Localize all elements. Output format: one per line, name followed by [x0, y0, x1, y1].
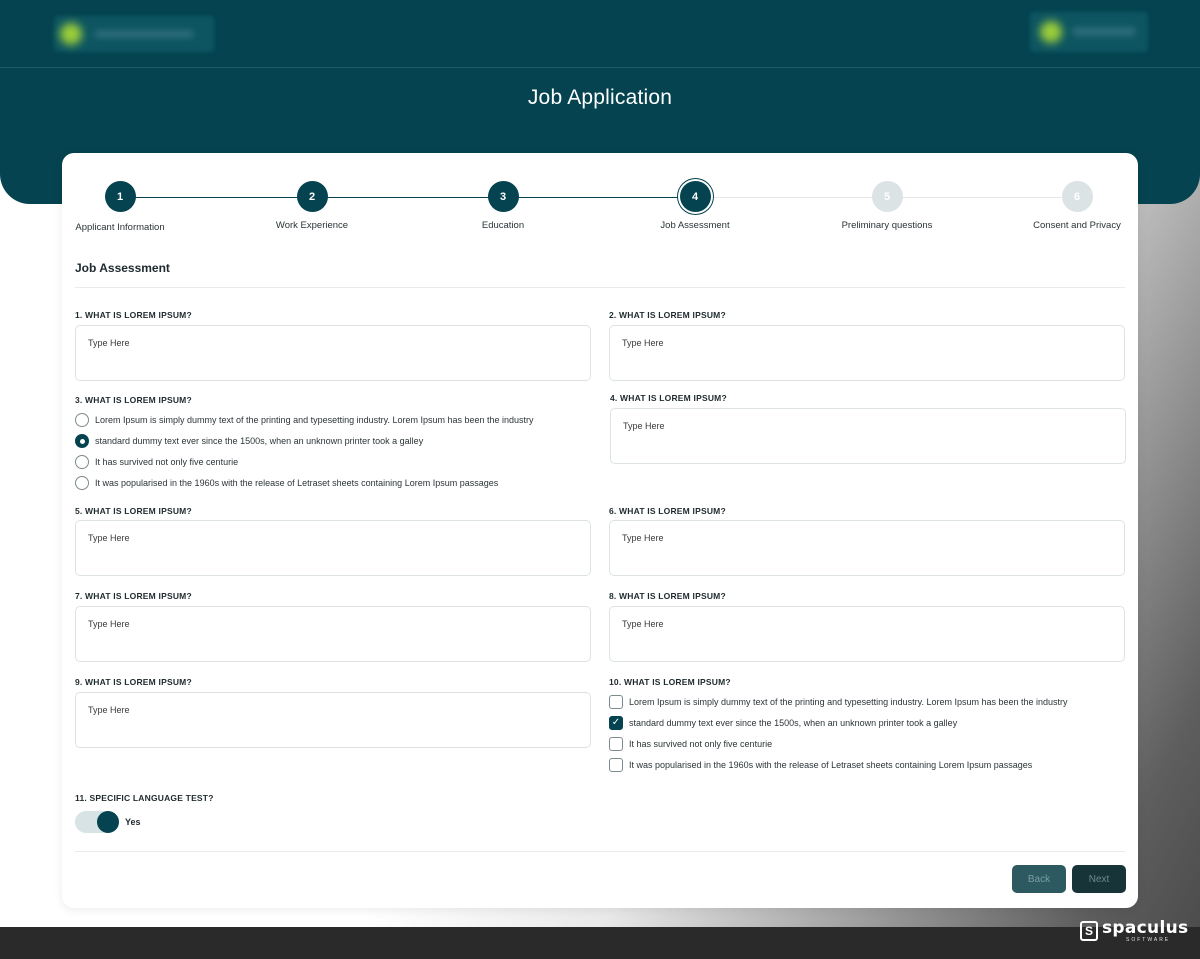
answer-input-q4[interactable]: [610, 408, 1126, 464]
checkbox-option-label: It was popularised in the 1960s with the…: [629, 760, 1033, 770]
language-test-toggle[interactable]: [75, 811, 119, 833]
step-label: Consent and Privacy: [1033, 220, 1121, 231]
radio-option[interactable]: standard dummy text ever since the 1500s…: [75, 434, 423, 448]
step-applicant-information[interactable]: 1 Applicant Information: [40, 181, 200, 233]
page-title: Job Application: [527, 86, 673, 109]
footer-strip: [0, 927, 1200, 959]
divider: [75, 851, 1125, 852]
application-card: 1 Applicant Information 2 Work Experienc…: [62, 153, 1138, 908]
checkmark-icon: ✓: [611, 717, 621, 728]
brand-subtitle: SOFTWARE: [1126, 937, 1171, 943]
radio-option-label: It has survived not only five centurie: [95, 457, 239, 467]
question-label: 7. WHAT IS LOREM IPSUM?: [75, 591, 192, 601]
question-label: 11. SPECIFIC LANGUAGE TEST?: [75, 793, 214, 803]
answer-input-q6[interactable]: [609, 520, 1125, 576]
question-label: 1. WHAT IS LOREM IPSUM?: [75, 310, 192, 320]
toggle-knob: [97, 811, 119, 833]
answer-input-q9[interactable]: [75, 692, 591, 748]
checkbox-option-label: standard dummy text ever since the 1500s…: [629, 718, 958, 728]
company-logo[interactable]: [54, 16, 214, 52]
checkbox-option[interactable]: ✓ standard dummy text ever since the 150…: [609, 716, 957, 730]
question-label: 6. WHAT IS LOREM IPSUM?: [609, 506, 726, 516]
checkbox-checked[interactable]: ✓: [609, 716, 623, 730]
radio-button[interactable]: [75, 455, 89, 469]
radio-button[interactable]: [75, 476, 89, 490]
step-job-assessment[interactable]: 4 Job Assessment: [615, 181, 775, 231]
step-number: 2: [296, 181, 328, 212]
avatar: [1040, 21, 1062, 43]
top-nav: [0, 0, 1200, 68]
step-number: 4: [679, 181, 711, 212]
step-label: Work Experience: [275, 220, 349, 231]
question-label: 4. WHAT IS LOREM IPSUM?: [610, 393, 727, 403]
radio-option[interactable]: It was popularised in the 1960s with the…: [75, 476, 498, 490]
question-label: 8. WHAT IS LOREM IPSUM?: [609, 591, 726, 601]
checkbox[interactable]: [609, 695, 623, 709]
toggle-label: Yes: [125, 817, 141, 827]
question-label: 2. WHAT IS LOREM IPSUM?: [609, 310, 726, 320]
user-name-blurred: [1072, 27, 1136, 36]
checkbox-option-label: It has survived not only five centurie: [629, 739, 773, 749]
radio-button-selected[interactable]: [75, 434, 89, 448]
checkbox-option[interactable]: It was popularised in the 1960s with the…: [609, 758, 1032, 772]
step-label: Applicant Information: [75, 222, 165, 233]
step-number: 3: [487, 181, 519, 212]
answer-input-q7[interactable]: [75, 606, 591, 662]
question-label: 5. WHAT IS LOREM IPSUM?: [75, 506, 192, 516]
checkbox-option-label: Lorem Ipsum is simply dummy text of the …: [629, 697, 1068, 707]
step-number: 1: [104, 181, 136, 212]
logo-text-blurred: [94, 30, 194, 38]
checkbox-option[interactable]: Lorem Ipsum is simply dummy text of the …: [609, 695, 1068, 709]
checkbox-option[interactable]: It has survived not only five centurie: [609, 737, 772, 751]
radio-option-label: It was popularised in the 1960s with the…: [95, 478, 499, 488]
section-title: Job Assessment: [75, 261, 170, 275]
step-label: Preliminary questions: [841, 220, 933, 231]
step-number: 6: [1061, 181, 1093, 212]
checkbox[interactable]: [609, 737, 623, 751]
brand-watermark: S spaculus SOFTWARE: [1080, 918, 1190, 944]
stepper-line-done: [120, 197, 694, 198]
step-education[interactable]: 3 Education: [423, 181, 583, 231]
radio-button[interactable]: [75, 413, 89, 427]
question-label: 10. WHAT IS LOREM IPSUM?: [609, 677, 731, 687]
answer-input-q5[interactable]: [75, 520, 591, 576]
divider: [75, 287, 1125, 288]
radio-option[interactable]: It has survived not only five centurie: [75, 455, 238, 469]
step-consent-and-privacy[interactable]: 6 Consent and Privacy: [997, 181, 1157, 231]
user-menu[interactable]: [1030, 12, 1148, 52]
spaculus-logo-icon: S: [1080, 921, 1098, 941]
answer-input-q2[interactable]: [609, 325, 1125, 381]
radio-option-label: standard dummy text ever since the 1500s…: [95, 436, 424, 446]
brand-name: spaculus: [1102, 918, 1189, 938]
radio-option[interactable]: Lorem Ipsum is simply dummy text of the …: [75, 413, 534, 427]
next-button[interactable]: Next: [1072, 865, 1126, 893]
step-number: 5: [871, 181, 903, 212]
question-label: 9. WHAT IS LOREM IPSUM?: [75, 677, 192, 687]
step-label: Job Assessment: [660, 220, 730, 231]
step-label: Education: [481, 220, 525, 231]
back-button[interactable]: Back: [1012, 865, 1066, 893]
step-preliminary-questions[interactable]: 5 Preliminary questions: [807, 181, 967, 231]
logo-icon: [60, 23, 82, 45]
question-label: 3. WHAT IS LOREM IPSUM?: [75, 395, 192, 405]
checkbox[interactable]: [609, 758, 623, 772]
step-work-experience[interactable]: 2 Work Experience: [232, 181, 392, 231]
answer-input-q8[interactable]: [609, 606, 1125, 662]
radio-option-label: Lorem Ipsum is simply dummy text of the …: [95, 415, 534, 425]
answer-input-q1[interactable]: [75, 325, 591, 381]
